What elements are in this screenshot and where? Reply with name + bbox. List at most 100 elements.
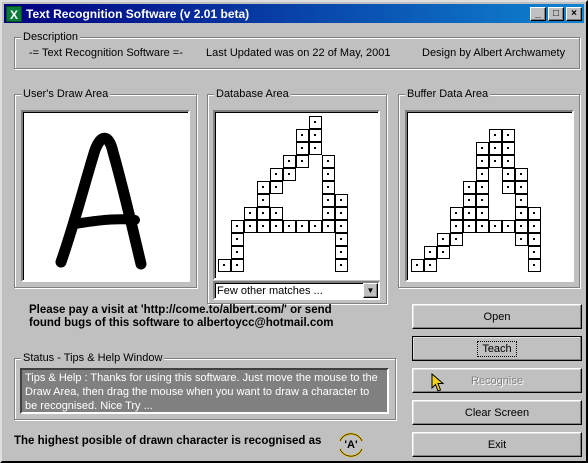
grid-cell-filled [528, 220, 541, 233]
grid-cell-empty [335, 181, 348, 194]
grid-cell-empty [437, 181, 450, 194]
grid-cell-filled [257, 220, 270, 233]
grid-cell-empty [424, 181, 437, 194]
grid-cell-empty [463, 116, 476, 129]
grid-cell-empty [283, 194, 296, 207]
grid-cell-empty [463, 155, 476, 168]
grid-cell-filled [309, 220, 322, 233]
grid-cell-empty [296, 233, 309, 246]
grid-cell-filled [322, 181, 335, 194]
grid-cell-empty [450, 129, 463, 142]
grid-cell-empty [463, 168, 476, 181]
grid-cell-empty [218, 142, 231, 155]
grid-cell-empty [411, 220, 424, 233]
grid-cell-empty [257, 259, 270, 272]
grid-cell-empty [437, 207, 450, 220]
chevron-down-icon[interactable]: ▼ [363, 283, 378, 298]
grid-cell-filled [257, 207, 270, 220]
grid-cell-filled [322, 207, 335, 220]
grid-cell-empty [450, 194, 463, 207]
grid-cell-empty [244, 259, 257, 272]
grid-cell-empty [476, 129, 489, 142]
close-button[interactable]: × [566, 6, 582, 21]
grid-cell-filled [515, 168, 528, 181]
grid-cell-empty [231, 181, 244, 194]
grid-cell-empty [244, 233, 257, 246]
grid-cell-empty [437, 168, 450, 181]
x-app-icon[interactable]: X [6, 5, 22, 22]
grid-cell-empty [515, 259, 528, 272]
grid-cell-filled [309, 142, 322, 155]
grid-cell-filled [489, 129, 502, 142]
grid-cell-empty [502, 259, 515, 272]
buffer-grid [411, 116, 541, 272]
grid-cell-filled [502, 181, 515, 194]
grid-cell-filled [437, 246, 450, 259]
grid-cell-filled [476, 194, 489, 207]
open-button-label: Open [483, 310, 511, 323]
exit-button-label: Exit [487, 438, 507, 451]
grid-cell-filled [515, 181, 528, 194]
grid-cell-empty [424, 220, 437, 233]
grid-cell-filled [335, 246, 348, 259]
grid-cell-filled [322, 220, 335, 233]
grid-cell-empty [296, 168, 309, 181]
grid-cell-filled [489, 155, 502, 168]
grid-cell-filled [489, 220, 502, 233]
grid-cell-empty [450, 142, 463, 155]
recognised-char: 'A' [344, 439, 358, 451]
grid-cell-filled [502, 142, 515, 155]
grid-cell-filled [502, 220, 515, 233]
grid-cell-empty [244, 155, 257, 168]
teach-button[interactable]: Teach [412, 336, 582, 361]
grid-cell-empty [489, 259, 502, 272]
grid-cell-empty [257, 233, 270, 246]
grid-cell-empty [424, 129, 437, 142]
grid-cell-filled [450, 220, 463, 233]
grid-cell-filled [515, 233, 528, 246]
grid-cell-empty [309, 168, 322, 181]
grid-cell-filled [463, 207, 476, 220]
grid-cell-filled [335, 259, 348, 272]
grid-cell-filled [231, 246, 244, 259]
draw-canvas[interactable] [21, 110, 190, 282]
maximize-button[interactable]: □ [548, 6, 564, 21]
grid-cell-filled [463, 220, 476, 233]
grid-cell-empty [437, 220, 450, 233]
exit-button[interactable]: Exit [412, 432, 582, 457]
grid-cell-filled [476, 207, 489, 220]
grid-cell-empty [411, 246, 424, 259]
grid-cell-filled [450, 207, 463, 220]
grid-cell-empty [231, 142, 244, 155]
grid-cell-empty [411, 207, 424, 220]
grid-cell-empty [424, 116, 437, 129]
status-text: Tips & Help : Thanks for using this soft… [20, 368, 389, 414]
grid-cell-empty [463, 259, 476, 272]
grid-cell-filled [476, 168, 489, 181]
matches-combo[interactable]: Few other matches ... ▼ [213, 281, 380, 300]
grid-cell-empty [270, 246, 283, 259]
grid-cell-empty [424, 142, 437, 155]
grid-cell-filled [257, 181, 270, 194]
grid-cell-empty [231, 207, 244, 220]
grid-cell-empty [502, 116, 515, 129]
grid-cell-filled [476, 181, 489, 194]
grid-cell-empty [502, 246, 515, 259]
grid-cell-empty [411, 181, 424, 194]
title-bar[interactable]: X Text Recognition Software (v 2.01 beta… [4, 4, 584, 23]
grid-cell-empty [283, 246, 296, 259]
grid-cell-empty [335, 142, 348, 155]
drawn-letter-a [55, 132, 147, 270]
minimize-button[interactable]: _ [530, 6, 546, 21]
grid-cell-filled [283, 220, 296, 233]
app-window: X Text Recognition Software (v 2.01 beta… [0, 0, 588, 463]
grid-cell-empty [244, 129, 257, 142]
grid-cell-filled [322, 168, 335, 181]
grid-cell-empty [231, 129, 244, 142]
grid-cell-filled [231, 220, 244, 233]
clear-screen-button-label: Clear Screen [464, 406, 530, 419]
clear-screen-button[interactable]: Clear Screen [412, 400, 582, 425]
open-button[interactable]: Open [412, 304, 582, 329]
visit-message: Please pay a visit at 'http://come.to/al… [29, 304, 334, 329]
grid-cell-filled [502, 129, 515, 142]
